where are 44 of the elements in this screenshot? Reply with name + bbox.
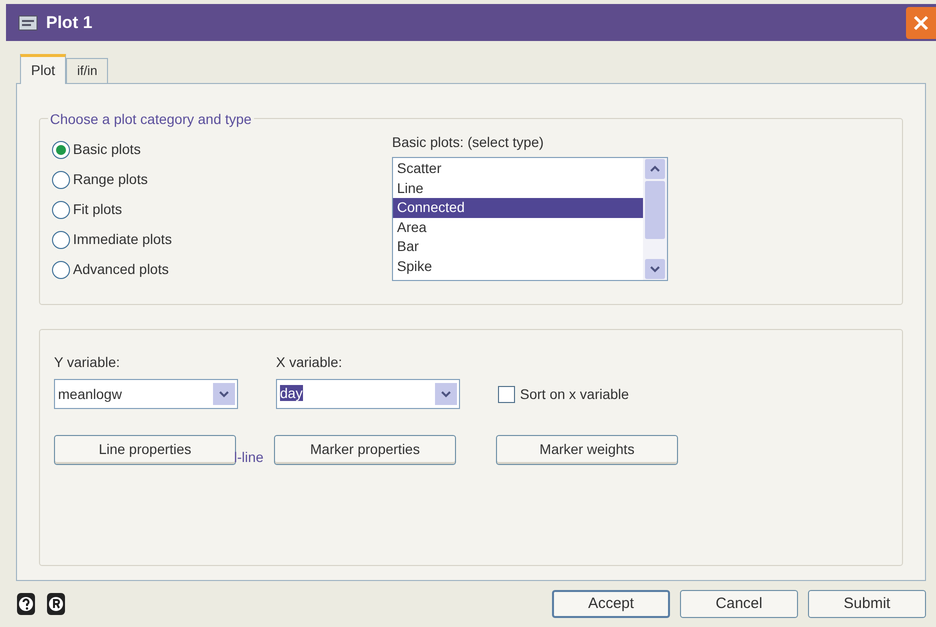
list-item[interactable]: Spike — [393, 256, 643, 276]
radio-button[interactable] — [52, 200, 70, 218]
list-item[interactable]: Scatter — [393, 159, 643, 178]
window-title: Plot 1 — [46, 12, 92, 34]
action-button[interactable]: Marker weights — [496, 434, 678, 464]
close-button[interactable] — [906, 6, 936, 38]
list-item[interactable]: Bar — [393, 237, 643, 256]
radio-button[interactable] — [52, 140, 70, 158]
radio-label: Basic plots — [73, 140, 141, 159]
radio-button[interactable] — [52, 230, 70, 248]
radio-label: Range plots — [73, 170, 148, 189]
list-item[interactable]: Connected — [393, 198, 643, 218]
plot-type-list[interactable]: Scatter Line Connected Area Bar Spike — [392, 157, 668, 281]
scroll-thumb[interactable] — [645, 181, 665, 239]
list-item[interactable]: Area — [393, 218, 643, 237]
dropdown-icon[interactable] — [213, 383, 235, 405]
y-variable-combo[interactable]: meanlogw — [54, 379, 238, 409]
radio-label: Immediate plots — [73, 230, 172, 249]
action-button[interactable]: Marker properties — [274, 434, 456, 464]
radio-button[interactable] — [52, 170, 70, 188]
field-label: Y variable: — [54, 353, 121, 372]
tab[interactable]: if/in — [66, 58, 108, 83]
dialog-button[interactable]: Cancel — [680, 590, 798, 618]
scroll-up-icon[interactable] — [645, 159, 665, 179]
checkbox-label: Sort on x variable — [520, 384, 629, 404]
field-label: X variable: — [276, 353, 344, 372]
list-item[interactable]: Line — [393, 178, 643, 198]
window-icon — [18, 14, 38, 30]
tab[interactable]: Plot — [20, 54, 66, 84]
scroll-down-icon[interactable] — [645, 259, 665, 279]
scrollbar[interactable] — [643, 158, 667, 280]
dialog-button[interactable]: Submit — [808, 590, 926, 618]
close-icon — [913, 14, 929, 30]
reset-icon[interactable] — [46, 592, 66, 616]
dropdown-icon[interactable] — [435, 383, 457, 405]
dialog-button[interactable]: Accept — [552, 590, 670, 618]
radio-label: Advanced plots — [73, 260, 169, 279]
radio-button[interactable] — [52, 260, 70, 278]
action-button[interactable]: Line properties — [54, 434, 236, 464]
list-label: Basic plots: (select type) — [392, 133, 545, 152]
radio-label: Fit plots — [73, 200, 122, 219]
help-icon[interactable] — [16, 592, 36, 616]
checkbox[interactable] — [498, 386, 515, 402]
x-variable-combo[interactable]: day — [276, 379, 460, 409]
